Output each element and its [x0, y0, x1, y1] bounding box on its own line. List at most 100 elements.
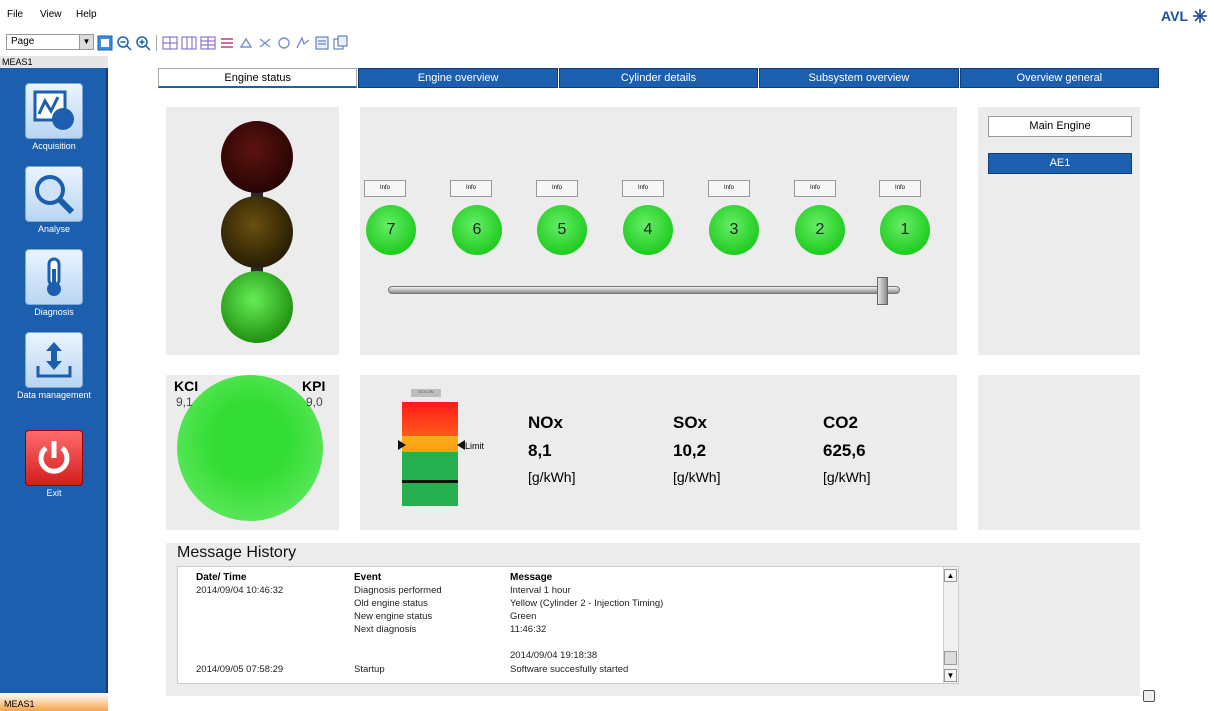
save-icon[interactable]	[1143, 690, 1155, 702]
tab-cylinder-details[interactable]: Cylinder details	[558, 68, 759, 88]
co2-value: 625,6	[823, 441, 866, 460]
row-message: Interval 1 hour	[510, 585, 571, 596]
sidebar-item-acquisition[interactable]: Acquisition	[14, 83, 94, 151]
sox-value: 10,2	[673, 441, 707, 460]
gauge-green-zone	[402, 452, 458, 506]
cylinder-info-button[interactable]: Info	[450, 180, 492, 197]
nox-value: 8,1	[528, 441, 552, 460]
tool-3-icon[interactable]	[276, 35, 292, 51]
zoom-in-icon[interactable]	[135, 35, 151, 51]
cylinder-indicator[interactable]: 3	[709, 205, 759, 255]
copy-icon[interactable]	[333, 35, 349, 51]
message-scrollbar[interactable]	[943, 567, 958, 683]
page-select[interactable]: Page ▼	[6, 34, 94, 50]
crankshaft-knob	[877, 277, 888, 305]
power-icon	[25, 430, 83, 486]
menu-help[interactable]: Help	[76, 9, 97, 20]
kci-kpi-status-indicator	[177, 375, 323, 521]
menu-view[interactable]: View	[40, 9, 62, 20]
sidebar-item-exit[interactable]: Exit	[14, 430, 94, 498]
brand-name: AVL	[1161, 8, 1188, 24]
row-event: Diagnosis performed	[354, 585, 442, 596]
engine-select-panel	[978, 107, 1140, 355]
cylinder-info-button[interactable]: Info	[794, 180, 836, 197]
tool-1-icon[interactable]	[238, 35, 254, 51]
sidebar-item-label: Exit	[46, 488, 62, 498]
column-header-event: Event	[354, 572, 382, 583]
cylinder-indicator[interactable]: 2	[795, 205, 845, 255]
cylinder-indicator[interactable]: 5	[537, 205, 587, 255]
menu-file[interactable]: File	[7, 9, 23, 20]
column-header-message: Message	[510, 572, 553, 583]
yellow-lamp	[221, 196, 293, 268]
snowflake-icon	[1193, 9, 1207, 23]
layout-2-icon[interactable]	[181, 35, 197, 51]
column-header-datetime: Date/ Time	[196, 572, 247, 583]
limit-arrow-right-icon	[457, 440, 465, 450]
cylinder-info-button[interactable]: Info	[708, 180, 750, 197]
brand-logo: AVL	[1161, 8, 1208, 24]
gauge-red-zone	[402, 402, 458, 436]
transfer-icon	[25, 332, 83, 388]
row-event: Next diagnosis	[354, 624, 417, 635]
toolbar-icons	[97, 34, 349, 52]
cylinder-indicator[interactable]: 6	[452, 205, 502, 255]
tool-4-icon[interactable]	[295, 35, 311, 51]
layout-3-icon[interactable]	[200, 35, 216, 51]
kci-label: KCI	[174, 378, 199, 394]
crankshaft-rail	[388, 286, 900, 294]
fit-page-icon[interactable]	[97, 35, 113, 51]
tab-overview-general[interactable]: Overview general	[959, 68, 1160, 88]
main-engine-button[interactable]: Main Engine	[988, 116, 1132, 137]
kci-value: 9,1	[176, 395, 193, 409]
gauge-orange-zone	[402, 436, 458, 452]
cylinder-info-button[interactable]: Info	[879, 180, 921, 197]
sidebar-footer[interactable]: MEAS1	[0, 693, 108, 711]
tab-bar: Engine status Engine overview Cylinder d…	[158, 68, 1160, 88]
cylinder-indicator[interactable]: 1	[880, 205, 930, 255]
ae1-button[interactable]: AE1	[988, 153, 1132, 174]
nox-name: NOx	[528, 413, 563, 432]
layout-1-icon[interactable]	[162, 35, 178, 51]
thermometer-icon	[25, 249, 83, 305]
acquisition-icon	[25, 83, 83, 139]
magnifier-icon	[25, 166, 83, 222]
sidebar-item-diagnosis[interactable]: Diagnosis	[14, 249, 94, 317]
gauge-current-marker	[402, 480, 458, 483]
sox-unit: [g/kWh]	[673, 469, 721, 485]
tool-2-icon[interactable]	[257, 35, 273, 51]
row-message: 11:46:32	[510, 624, 547, 635]
zoom-out-icon[interactable]	[116, 35, 132, 51]
sidebar-item-analyse[interactable]: Analyse	[14, 166, 94, 234]
kpi-label: KPI	[302, 378, 326, 394]
row-event: Startup	[354, 664, 385, 675]
cylinder-info-button[interactable]: Info	[622, 180, 664, 197]
tab-subsystem-overview[interactable]: Subsystem overview	[759, 68, 959, 88]
scroll-down-icon[interactable]: ▼	[944, 669, 957, 682]
cylinder-info-button[interactable]: Info	[536, 180, 578, 197]
scroll-thumb[interactable]	[944, 651, 957, 665]
message-history-title: Message History	[177, 544, 297, 561]
cylinder-indicator[interactable]: 4	[623, 205, 673, 255]
row-message: Software succesfully started	[510, 664, 629, 675]
list-icon[interactable]	[219, 35, 235, 51]
row-message: Yellow (Cylinder 2 - Injection Timing)	[510, 598, 664, 609]
menu-bar: File View Help AVL	[0, 0, 1214, 28]
dropdown-arrow-icon[interactable]: ▼	[79, 35, 93, 49]
emission-gauge	[402, 402, 458, 506]
sidebar-item-label: Data management	[16, 390, 92, 400]
toolbar: Page ▼	[0, 28, 1214, 56]
nox-unit: [g/kWh]	[528, 469, 576, 485]
sidebar-item-data-management[interactable]: Data management	[14, 332, 94, 400]
eca-tag: ECA ON	[411, 389, 441, 397]
co2-name: CO2	[823, 413, 858, 432]
tab-engine-overview[interactable]: Engine overview	[358, 68, 558, 88]
cylinder-info-button[interactable]: Info	[364, 180, 406, 197]
report-icon[interactable]	[314, 35, 330, 51]
row-datetime: 2014/09/04 10:46:32	[196, 585, 284, 596]
tab-engine-status[interactable]: Engine status	[158, 68, 358, 88]
scroll-up-icon[interactable]: ▲	[944, 569, 957, 582]
cylinder-indicator[interactable]: 7	[366, 205, 416, 255]
sidebar-item-label: Analyse	[37, 224, 71, 234]
co2-unit: [g/kWh]	[823, 469, 871, 485]
